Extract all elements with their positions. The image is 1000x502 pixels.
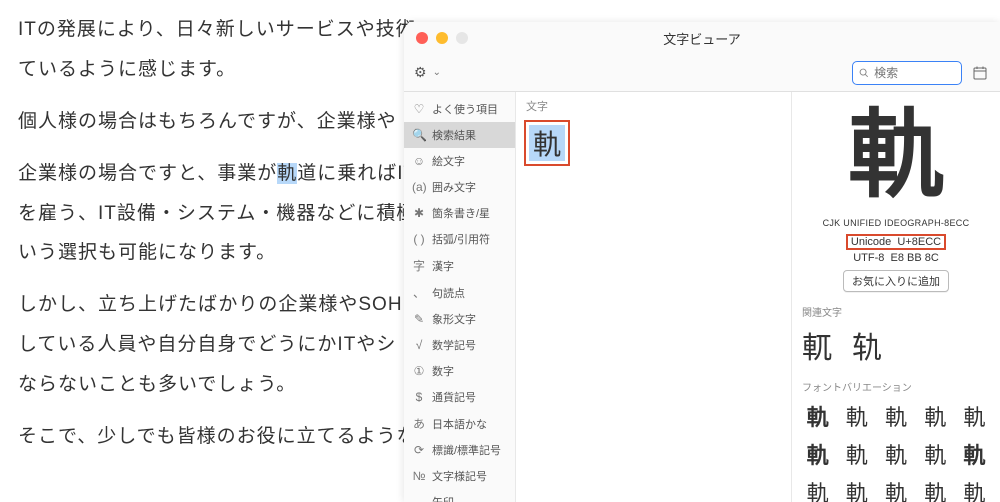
sidebar-icon: (a) bbox=[412, 180, 426, 194]
detail-column: 軌 CJK UNIFIED IDEOGRAPH-8ECC Unicode U+8… bbox=[792, 92, 1000, 502]
variation-0[interactable]: 軌 bbox=[802, 400, 833, 432]
font-variations: 軌軌軌軌軌軌軌軌軌軌軌軌軌軌軌 bbox=[802, 400, 990, 502]
related-chars: 軏轨 bbox=[802, 323, 990, 367]
sidebar-item-5[interactable]: ( ) 括弧/引用符 bbox=[404, 226, 515, 252]
sidebar-icon: ( ) bbox=[412, 232, 426, 246]
related-char-0[interactable]: 軏 bbox=[802, 323, 832, 367]
variation-8[interactable]: 軌 bbox=[920, 438, 951, 470]
result-highlight: 軌 bbox=[524, 120, 570, 166]
sidebar-icon: ① bbox=[412, 364, 426, 378]
sidebar-item-2[interactable]: ☺ 絵文字 bbox=[404, 148, 515, 174]
sidebar-label: 検索結果 bbox=[432, 127, 476, 143]
variation-5[interactable]: 軌 bbox=[802, 438, 833, 470]
sidebar-label: 標識/標準記号 bbox=[432, 442, 501, 458]
search-input-wrap[interactable] bbox=[852, 61, 962, 85]
sidebar-item-3[interactable]: (a) 囲み文字 bbox=[404, 174, 515, 200]
character-viewer-window: 文字ビューア ⚙ ⌄ ♡ よく使う項目 🔍 検索結果 ☺ 絵文字 (a) 囲み文字 ✱ 箇条書き/… bbox=[404, 22, 1000, 502]
sidebar-item-13[interactable]: ⟳ 標識/標準記号 bbox=[404, 437, 515, 463]
add-favorite-button[interactable]: お気に入りに追加 bbox=[843, 270, 949, 292]
variation-6[interactable]: 軌 bbox=[841, 438, 872, 470]
sidebar-icon: ✱ bbox=[412, 206, 426, 220]
chevron-down-icon: ⌄ bbox=[433, 67, 441, 78]
sidebar-item-9[interactable]: √ 数学記号 bbox=[404, 332, 515, 358]
highlighted-char[interactable]: 軌 bbox=[277, 163, 297, 184]
sidebar-icon: ✎ bbox=[412, 312, 426, 326]
toolbar: ⚙ ⌄ bbox=[404, 54, 1000, 92]
maximize-icon[interactable] bbox=[456, 32, 468, 44]
results-column: 文字 軌 bbox=[516, 92, 792, 502]
variation-title: フォントバリエーション bbox=[802, 379, 990, 394]
sidebar-label: 絵文字 bbox=[432, 153, 465, 169]
sidebar-item-10[interactable]: ① 数字 bbox=[404, 358, 515, 384]
minimize-icon[interactable] bbox=[436, 32, 448, 44]
sidebar-label: 括弧/引用符 bbox=[432, 231, 490, 247]
sidebar-item-15[interactable]: → 矢印 bbox=[404, 489, 515, 502]
sidebar-item-12[interactable]: あ日本語かな bbox=[404, 410, 515, 437]
sidebar-item-14[interactable]: № 文字様記号 bbox=[404, 463, 515, 489]
close-icon[interactable] bbox=[416, 32, 428, 44]
variation-9[interactable]: 軌 bbox=[959, 438, 990, 470]
variation-11[interactable]: 軌 bbox=[841, 476, 872, 502]
sidebar-label: 通貨記号 bbox=[432, 389, 476, 405]
unicode-codepoint: Unicode U+8ECC bbox=[846, 234, 946, 250]
traffic-lights bbox=[404, 32, 468, 44]
sidebar-item-0[interactable]: ♡ よく使う項目 bbox=[404, 96, 515, 122]
gear-icon: ⚙ bbox=[414, 64, 427, 81]
sidebar-label: よく使う項目 bbox=[432, 101, 498, 117]
sidebar-item-8[interactable]: ✎ 象形文字 bbox=[404, 306, 515, 332]
glyph-preview: 軌 bbox=[802, 108, 990, 204]
sidebar-label: 矢印 bbox=[432, 494, 454, 502]
sidebar-label: 箇条書き/星 bbox=[432, 205, 490, 221]
sidebar-icon: 、 bbox=[412, 284, 426, 301]
sidebar-icon: あ bbox=[412, 415, 426, 432]
sidebar-label: 漢字 bbox=[432, 258, 454, 274]
sidebar-icon: → bbox=[412, 495, 426, 502]
sidebar-icon: ☺ bbox=[412, 154, 426, 168]
sidebar-icon: ⟳ bbox=[412, 443, 426, 457]
glyph-name: CJK UNIFIED IDEOGRAPH-8ECC bbox=[802, 218, 990, 228]
search-icon bbox=[859, 67, 869, 79]
sidebar-icon: № bbox=[412, 469, 426, 483]
results-label: 文字 bbox=[516, 92, 791, 118]
variation-7[interactable]: 軌 bbox=[880, 438, 911, 470]
sidebar-label: 日本語かな bbox=[432, 416, 487, 432]
utf8-codepoint: UTF-8 E8 BB 8C bbox=[802, 252, 990, 264]
variation-12[interactable]: 軌 bbox=[880, 476, 911, 502]
variation-10[interactable]: 軌 bbox=[802, 476, 833, 502]
calendar-icon[interactable] bbox=[970, 63, 990, 83]
titlebar[interactable]: 文字ビューア bbox=[404, 22, 1000, 54]
related-title: 関連文字 bbox=[802, 304, 990, 319]
variation-3[interactable]: 軌 bbox=[920, 400, 951, 432]
category-sidebar: ♡よく使う項目🔍検索結果☺絵文字(a)囲み文字✱箇条書き/星( )括弧/引用符字… bbox=[404, 92, 516, 502]
window-title: 文字ビューア bbox=[404, 29, 1000, 48]
sidebar-label: 象形文字 bbox=[432, 311, 476, 327]
sidebar-item-1[interactable]: 🔍 検索結果 bbox=[404, 122, 515, 148]
sidebar-icon: $ bbox=[412, 390, 426, 404]
related-char-1[interactable]: 轨 bbox=[852, 323, 882, 367]
toolbar-menu[interactable]: ⚙ ⌄ bbox=[414, 64, 441, 81]
result-char[interactable]: 軌 bbox=[529, 125, 565, 161]
sidebar-item-11[interactable]: $ 通貨記号 bbox=[404, 384, 515, 410]
sidebar-icon: √ bbox=[412, 338, 426, 352]
variation-1[interactable]: 軌 bbox=[841, 400, 872, 432]
search-input[interactable] bbox=[874, 66, 955, 80]
sidebar-label: 文字様記号 bbox=[432, 468, 487, 484]
sidebar-label: 数字 bbox=[432, 363, 454, 379]
sidebar-item-4[interactable]: ✱ 箇条書き/星 bbox=[404, 200, 515, 226]
sidebar-item-7[interactable]: 、句読点 bbox=[404, 279, 515, 306]
variation-13[interactable]: 軌 bbox=[920, 476, 951, 502]
sidebar-label: 数学記号 bbox=[432, 337, 476, 353]
sidebar-label: 囲み文字 bbox=[432, 179, 476, 195]
variation-14[interactable]: 軌 bbox=[959, 476, 990, 502]
variation-4[interactable]: 軌 bbox=[959, 400, 990, 432]
sidebar-icon: 🔍 bbox=[412, 128, 426, 142]
sidebar-label: 句読点 bbox=[432, 285, 465, 301]
variation-2[interactable]: 軌 bbox=[880, 400, 911, 432]
sidebar-icon: 字 bbox=[412, 257, 426, 274]
sidebar-item-6[interactable]: 字漢字 bbox=[404, 252, 515, 279]
sidebar-icon: ♡ bbox=[412, 102, 426, 116]
